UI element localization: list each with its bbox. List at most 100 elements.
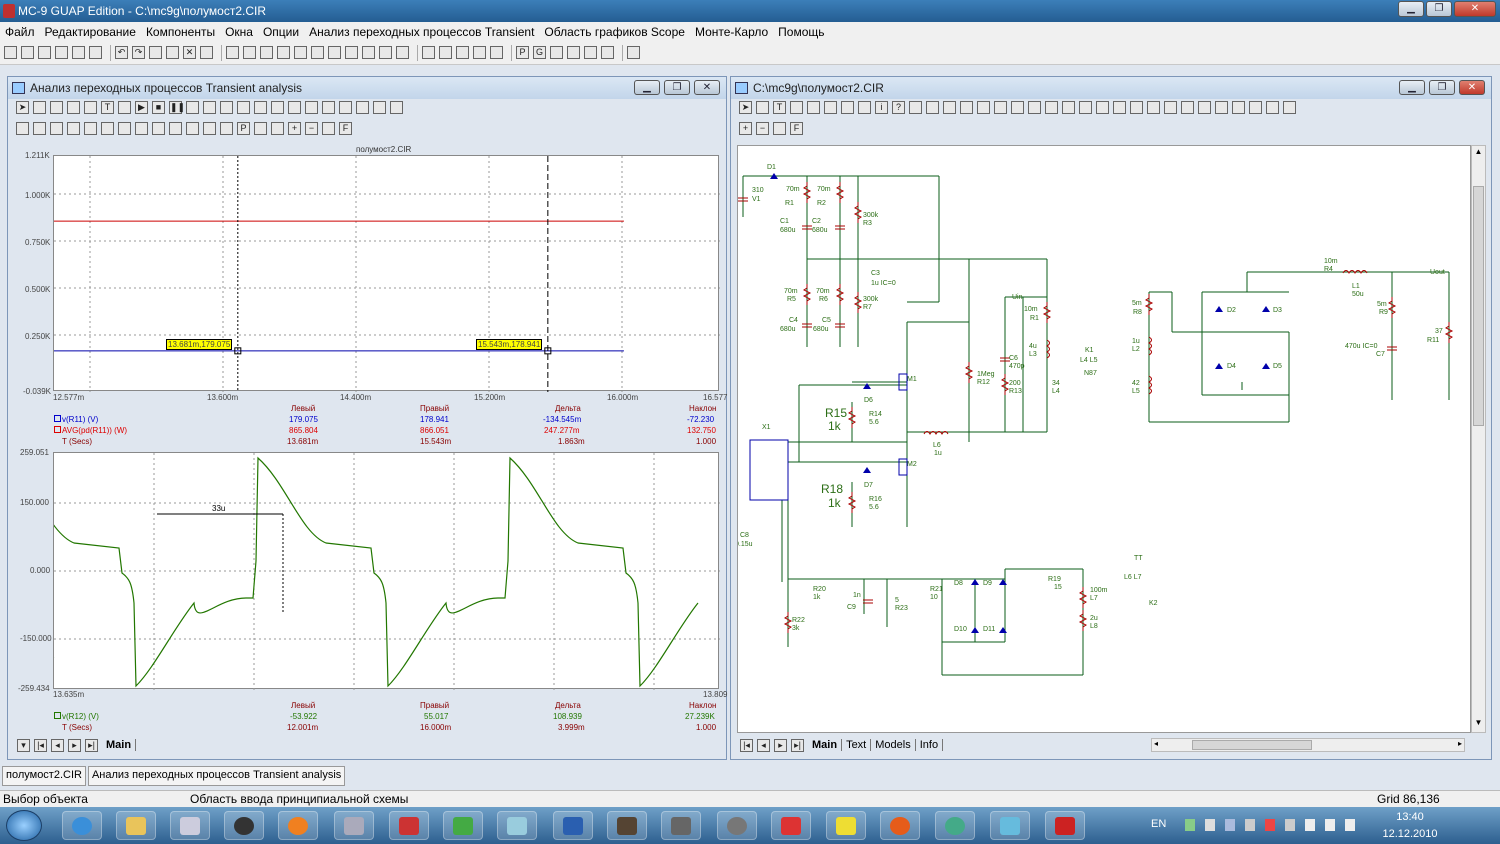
cut-icon[interactable]: ✕ — [183, 46, 196, 59]
scroll-down-icon[interactable]: ▼ — [1473, 718, 1484, 730]
maximize-icon[interactable]: ❐ — [1426, 1, 1452, 17]
tab-main[interactable]: Main — [102, 739, 137, 751]
tab-prev-icon[interactable]: ◂ — [51, 738, 64, 752]
redo-icon[interactable]: ↷ — [132, 46, 145, 59]
junction-component-icon[interactable] — [396, 46, 409, 59]
tag-vertical-icon[interactable] — [271, 122, 284, 135]
pin-icon[interactable] — [994, 101, 1007, 114]
settings-taskbar-icon[interactable] — [717, 811, 757, 840]
calculator-icon[interactable] — [490, 46, 503, 59]
font-icon[interactable]: F — [790, 122, 803, 135]
power-icon[interactable] — [1045, 101, 1058, 114]
close-icon[interactable]: ✕ — [1459, 80, 1485, 95]
clock-time[interactable]: 13:40 — [1375, 811, 1445, 823]
legend-row[interactable]: AVG(pd(R11)) (W) — [54, 426, 127, 435]
scanner-taskbar-icon[interactable] — [334, 811, 374, 840]
menu-edit[interactable]: Редактирование — [45, 25, 136, 39]
point-icon[interactable] — [909, 101, 922, 114]
menu-options[interactable]: Опции — [263, 25, 299, 39]
font-icon[interactable]: F — [339, 122, 352, 135]
tab-last-icon[interactable]: ▸| — [791, 738, 804, 752]
book-taskbar-icon[interactable] — [607, 811, 647, 840]
scroll-thumb[interactable] — [1192, 740, 1312, 750]
tools-taskbar-icon[interactable] — [389, 811, 429, 840]
legend-row[interactable]: v(R12) (V) — [54, 712, 99, 721]
clock-date[interactable]: 12.12.2010 — [1375, 828, 1445, 840]
scroll-right-icon[interactable]: ▸ — [1458, 739, 1462, 748]
flip-y-icon[interactable] — [1164, 101, 1177, 114]
wire-icon[interactable] — [756, 101, 769, 114]
flip-x-icon[interactable] — [1147, 101, 1160, 114]
mirror-icon[interactable] — [1181, 101, 1194, 114]
battery-component-icon[interactable] — [311, 46, 324, 59]
save-all-icon[interactable] — [55, 46, 68, 59]
menu-help[interactable]: Помощь — [778, 25, 824, 39]
pdf-taskbar-icon[interactable] — [771, 811, 811, 840]
scroll-up-icon[interactable]: ▲ — [1473, 147, 1484, 159]
grid-toggle-icon[interactable] — [237, 101, 250, 114]
zoom-out-icon[interactable]: − — [305, 122, 318, 135]
pen-tray-icon[interactable] — [1185, 819, 1195, 831]
text-tool-icon[interactable]: T — [773, 101, 786, 114]
help-icon[interactable]: ? — [892, 101, 905, 114]
diode-component-icon[interactable] — [294, 46, 307, 59]
arrow-tool-icon[interactable] — [203, 101, 216, 114]
start-button[interactable] — [6, 810, 42, 841]
slope-icon[interactable] — [373, 101, 386, 114]
schematic-v-scrollbar[interactable]: ▲ ▼ — [1471, 145, 1486, 733]
npn-component-icon[interactable] — [362, 46, 375, 59]
tab-last-icon[interactable]: ▸| — [85, 738, 98, 752]
inductor-component-icon[interactable] — [260, 46, 273, 59]
rotate-icon[interactable] — [1130, 101, 1143, 114]
bus-icon[interactable] — [824, 101, 837, 114]
binoculars-icon[interactable] — [1215, 101, 1228, 114]
ortho-wire-icon[interactable] — [790, 101, 803, 114]
print-icon[interactable] — [72, 46, 85, 59]
inflection-icon[interactable] — [118, 122, 131, 135]
line-tool-icon[interactable] — [186, 101, 199, 114]
zoom-in-icon[interactable]: + — [739, 122, 752, 135]
explorer-taskbar-icon[interactable] — [116, 811, 156, 840]
bottom-icon[interactable] — [186, 122, 199, 135]
grid-icon[interactable] — [200, 46, 213, 59]
calibrate-icon[interactable] — [601, 46, 614, 59]
tag-horizontal-icon[interactable] — [254, 122, 267, 135]
resistor-component-icon[interactable] — [243, 46, 256, 59]
tab-main[interactable]: Main — [808, 739, 843, 751]
cursor-right-tag[interactable]: 15.543m,178.941 — [476, 339, 543, 350]
notes-taskbar-icon[interactable] — [497, 811, 537, 840]
mfc-taskbar-icon[interactable] — [443, 811, 483, 840]
layout-3-icon[interactable] — [288, 101, 301, 114]
cursor-left-icon[interactable] — [16, 122, 29, 135]
properties-icon[interactable] — [50, 101, 63, 114]
flag-tray-icon[interactable] — [1285, 819, 1295, 831]
point-tag-icon[interactable]: P — [237, 122, 250, 135]
top-icon[interactable] — [169, 122, 182, 135]
scale-icon[interactable] — [33, 101, 46, 114]
layout-1-icon[interactable] — [254, 101, 267, 114]
layers-icon[interactable] — [1283, 101, 1296, 114]
zoom-box-icon[interactable] — [67, 101, 80, 114]
cursor-left-tag[interactable]: 13.681m,179.075 — [166, 339, 233, 350]
bluetooth-icon[interactable] — [1225, 819, 1235, 831]
menu-monte-carlo[interactable]: Монте-Карло — [695, 25, 768, 39]
keyboard-tray-icon[interactable] — [1205, 819, 1215, 831]
tab-first-icon[interactable]: |◂ — [34, 738, 47, 752]
source-component-icon[interactable] — [345, 46, 358, 59]
microcap-taskbar-icon[interactable] — [1045, 811, 1085, 840]
window-icon[interactable] — [473, 46, 486, 59]
pan-icon[interactable] — [84, 101, 97, 114]
camera-taskbar-icon[interactable] — [661, 811, 701, 840]
waveform-icon[interactable] — [550, 46, 563, 59]
chrome-taskbar-icon[interactable] — [935, 811, 975, 840]
maximize-icon[interactable]: ❐ — [1429, 80, 1455, 95]
stop-icon[interactable]: ■ — [152, 101, 165, 114]
tile-horizontal-icon[interactable] — [422, 46, 435, 59]
schematic-canvas-container[interactable]: D1 310 V1 70m R1 70m R2 300k R3 C1 680u C2 680u C3 1u … — [735, 145, 1471, 733]
diag-wire-icon[interactable] — [807, 101, 820, 114]
new-file-icon[interactable] — [4, 46, 17, 59]
tab-next-icon[interactable]: ▸ — [68, 738, 81, 752]
undo-icon[interactable]: ↶ — [115, 46, 128, 59]
probe-p-icon[interactable]: P — [516, 46, 529, 59]
node-numbers-icon[interactable] — [977, 101, 990, 114]
